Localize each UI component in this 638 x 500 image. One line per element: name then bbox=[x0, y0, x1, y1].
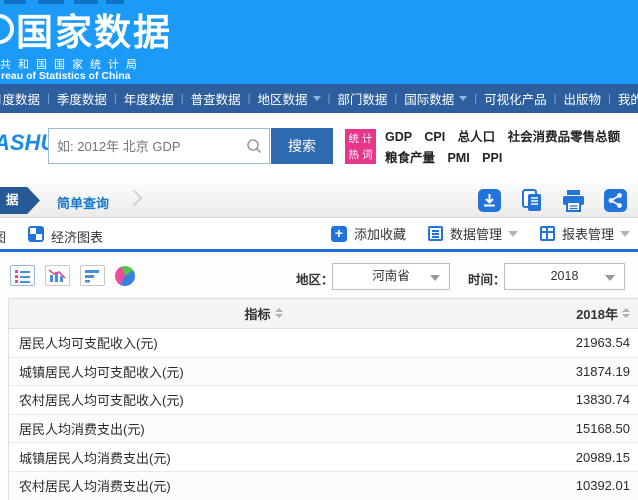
nbs-emblem-icon bbox=[0, 14, 14, 44]
chevron-down-icon bbox=[605, 275, 615, 281]
search-box bbox=[48, 128, 270, 164]
breadcrumb-chevron-icon bbox=[126, 190, 143, 207]
nav-item-visualization[interactable]: 可视化产品 bbox=[479, 89, 552, 108]
sort-icon[interactable] bbox=[622, 308, 630, 318]
action-icons bbox=[477, 188, 628, 213]
search-section: ASHU 搜索 统 计 热 词 GDP CPI 总人口 社会消费品零售总额 粮食… bbox=[0, 113, 638, 183]
table-header-row: 指标 2018年 bbox=[9, 299, 638, 329]
chevron-down-icon bbox=[459, 96, 467, 101]
chevron-down-icon bbox=[430, 275, 440, 281]
indicator-cell: 农村居民人均消费支出(元) bbox=[9, 476, 518, 495]
plus-icon: + bbox=[331, 226, 347, 242]
share-icon[interactable] bbox=[603, 188, 628, 213]
nav-item-favorites[interactable]: 我的收藏 bbox=[613, 89, 638, 108]
table-row[interactable]: 城镇居民人均消费支出(元) 20989.15 bbox=[9, 443, 638, 472]
hot-words-line1[interactable]: GDP CPI 总人口 社会消费品零售总额 bbox=[385, 127, 620, 148]
manage-buttons: + 添加收藏 数据管理 报表管理 bbox=[331, 218, 630, 249]
nav-item-publications[interactable]: 出版物 bbox=[559, 89, 607, 108]
value-cell: 21963.54 bbox=[518, 335, 638, 350]
breadcrumb-tab-data[interactable]: 据 bbox=[0, 187, 40, 214]
chevron-down-icon bbox=[313, 96, 321, 101]
report-manage-dropdown[interactable]: 报表管理 bbox=[540, 224, 630, 243]
site-logo-title[interactable]: 国家数据 bbox=[16, 2, 172, 56]
breadcrumb-bar: 据 简单查询 bbox=[0, 183, 638, 218]
site-header: 国家数据 共和国国家统计局 reau of Statistics of Chin… bbox=[0, 0, 638, 84]
nav-item-monthly[interactable]: 月度数据 bbox=[0, 89, 45, 108]
indicator-cell: 居民人均可支配收入(元) bbox=[9, 333, 518, 352]
table-row[interactable]: 居民人均可支配收入(元) 21963.54 bbox=[9, 329, 638, 358]
table-row[interactable]: 城镇居民人均可支配收入(元) 31874.19 bbox=[9, 358, 638, 387]
value-cell: 20989.15 bbox=[518, 450, 638, 465]
hot-words-line2[interactable]: 粮食产量 PMI PPI bbox=[385, 148, 620, 169]
table-row[interactable]: 农村居民人均可支配收入(元) 13830.74 bbox=[9, 386, 638, 415]
search-input[interactable] bbox=[57, 129, 237, 163]
download-icon[interactable] bbox=[477, 188, 502, 213]
nav-separator: | bbox=[45, 93, 52, 105]
sort-icon[interactable] bbox=[275, 308, 283, 318]
print-icon[interactable] bbox=[561, 188, 586, 213]
nav-item-departmental[interactable]: 部门数据 bbox=[332, 89, 392, 108]
value-cell: 10392.01 bbox=[518, 478, 638, 493]
main-nav: 月度数据 | 季度数据 | 年度数据 | 普查数据 | 地区数据 | 部门数据 … bbox=[0, 84, 638, 113]
national-data-page: 国家数据 共和国国家统计局 reau of Statistics of Chin… bbox=[0, 0, 638, 500]
nav-item-census[interactable]: 普查数据 bbox=[186, 89, 246, 108]
indicator-cell: 农村居民人均可支配收入(元) bbox=[9, 390, 518, 409]
region-label: 地区： bbox=[296, 269, 334, 288]
column-header-year[interactable]: 2018年 bbox=[518, 304, 638, 323]
nav-item-annual[interactable]: 年度数据 bbox=[119, 89, 179, 108]
tab-economic-charts[interactable]: 经济图表 bbox=[51, 227, 103, 246]
nav-item-quarterly[interactable]: 季度数据 bbox=[52, 89, 112, 108]
column-header-indicator[interactable]: 指标 bbox=[9, 304, 518, 323]
search-button[interactable]: 搜索 bbox=[271, 128, 333, 164]
nav-item-international[interactable]: 国际数据 bbox=[399, 89, 472, 108]
nav-separator: | bbox=[326, 93, 333, 105]
table-grid-icon bbox=[540, 226, 555, 241]
nav-separator: | bbox=[552, 93, 559, 105]
nav-separator: | bbox=[606, 93, 613, 105]
view-tabs-row: 图 经济图表 + 添加收藏 数据管理 报表管理 bbox=[0, 218, 638, 252]
nav-separator: | bbox=[246, 93, 253, 105]
site-logo-subtitle-en: reau of Statistics of China bbox=[1, 70, 131, 82]
nav-separator: | bbox=[112, 93, 119, 105]
chevron-down-icon bbox=[508, 231, 518, 237]
economic-charts-icon bbox=[28, 226, 44, 242]
indicator-cell: 城镇居民人均消费支出(元) bbox=[9, 448, 518, 467]
table-row[interactable]: 居民人均消费支出(元) 15168.50 bbox=[9, 415, 638, 444]
region-select[interactable]: 河南省 bbox=[332, 263, 450, 290]
data-manage-dropdown[interactable]: 数据管理 bbox=[428, 224, 518, 243]
filter-bar: 地区： 河南省 时间： 2018 bbox=[0, 262, 638, 290]
value-cell: 31874.19 bbox=[518, 364, 638, 379]
search-icon bbox=[246, 138, 262, 154]
value-cell: 15168.50 bbox=[518, 421, 638, 436]
query-content: 地区： 河南省 时间： 2018 指标 2018年 居民人均可支配收入( bbox=[0, 252, 638, 500]
time-select[interactable]: 2018 bbox=[504, 263, 625, 290]
indicator-table: 指标 2018年 居民人均可支配收入(元) 21963.54 城镇居民人均可支配… bbox=[8, 298, 638, 500]
document-list-icon bbox=[428, 226, 443, 241]
indicator-cell: 城镇居民人均可支配收入(元) bbox=[9, 362, 518, 381]
table-row[interactable]: 农村居民人均消费支出(元) 10392.01 bbox=[9, 472, 638, 500]
nav-item-regional[interactable]: 地区数据 bbox=[253, 89, 326, 108]
time-label: 时间： bbox=[468, 269, 506, 288]
indicator-cell: 居民人均消费支出(元) bbox=[9, 419, 518, 438]
chevron-down-icon bbox=[620, 231, 630, 237]
nav-separator: | bbox=[472, 93, 479, 105]
hot-words: GDP CPI 总人口 社会消费品零售总额 粮食产量 PMI PPI bbox=[385, 127, 620, 169]
breadcrumb-current-simple-query[interactable]: 简单查询 bbox=[57, 193, 109, 212]
value-cell: 13830.74 bbox=[518, 392, 638, 407]
nav-separator: | bbox=[392, 93, 399, 105]
tab-partial-map[interactable]: 图 bbox=[0, 227, 6, 246]
copy-icon[interactable] bbox=[519, 188, 544, 213]
nav-separator: | bbox=[179, 93, 186, 105]
hot-words-badge: 统 计 热 词 bbox=[345, 129, 376, 164]
add-favorite-button[interactable]: + 添加收藏 bbox=[331, 224, 406, 243]
